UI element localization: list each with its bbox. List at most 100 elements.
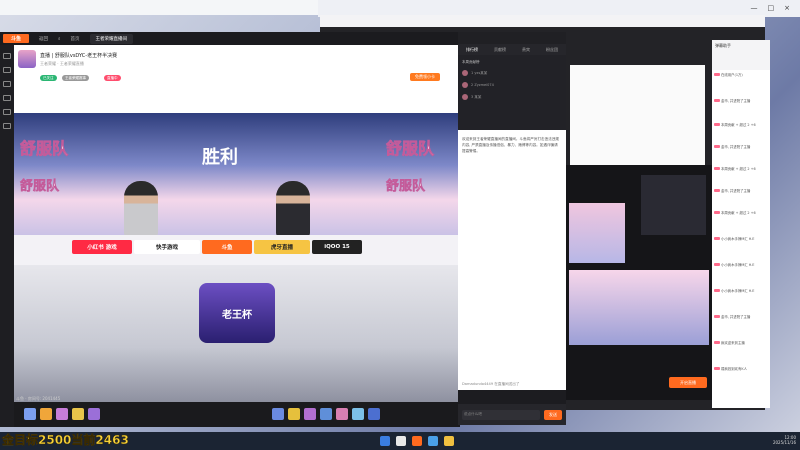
folder-icon[interactable] [444,436,454,446]
chat-messages: 欢迎来到王者荣耀直播间的直播间。斗鱼将严厉打击违法违规内容, 严禁直播及传播低俗… [458,130,566,390]
team-name-right: 舒服队 [386,139,435,159]
rank-name: 1 yxs某某 [471,70,488,75]
douyu-logo: 斗鱼 [3,34,29,43]
close-icon[interactable]: × [784,4,790,12]
gift-icon[interactable] [24,408,36,420]
gift-icon[interactable] [272,408,284,420]
back-window-preview [565,165,713,400]
danmaku-text: 金币, 并进院了主播 [721,99,751,103]
fan-badge [714,167,720,170]
fan-badge [714,211,720,214]
fan-badge [714,145,720,148]
category-icon[interactable] [3,81,11,87]
danmaku-text: 本周贡献 + 超过 2 +6 [721,167,756,171]
sponsor-kuaishou: 快手游戏 [134,240,200,254]
fan-badge [714,367,720,370]
chat-input-area: 说点什么吧 发送 [458,404,566,425]
search-icon[interactable] [396,436,406,446]
sponsor-douyu: 斗鱼 [202,240,252,254]
video-player[interactable]: 舒服队 舒服队 舒服队 舒服队 胜利 小红书 游戏 快手游戏 斗鱼 虎牙直播 i… [14,113,460,402]
background-window-strip [0,0,318,15]
back-window-panel [570,65,705,165]
danmaku-row: 疯欢迎来到主播 [714,340,768,345]
free-gift-button[interactable]: 免费领小卡 [410,73,440,81]
system-message: 欢迎来到王者荣耀直播间的直播间。斗鱼将严厉打击违法违规内容, 严禁直播及传播低俗… [462,137,560,153]
minimize-icon[interactable]: — [751,4,758,12]
danmaku-row: 在线用户(1万) [714,72,768,77]
gift-icon[interactable] [72,408,84,420]
danmaku-text: 弱疯钱到欢有K人 [721,367,747,371]
gift-icon[interactable] [288,408,300,420]
gift-icon[interactable] [88,408,100,420]
system-clock[interactable]: 12:00 2025/11/16 [773,435,796,445]
gift-icon[interactable] [336,408,348,420]
tab-vip[interactable]: 贵宾 [522,47,530,53]
game-icon[interactable] [3,95,11,101]
home-icon[interactable] [3,53,11,59]
douyu-app-icon[interactable] [412,436,422,446]
tab-home[interactable]: 首页 [71,36,80,42]
search-icon[interactable]: ⌕ [58,36,61,42]
rank-row[interactable]: 1 yxs某某 [462,69,562,77]
tab-rank[interactable]: 排行榜 [466,47,478,53]
danmaku-row: 小小疯木手辣M汇 H.E [714,262,768,267]
chat-input[interactable]: 说点什么吧 [462,410,540,420]
danmaku-row: 金币, 并进院了主播 [714,98,768,103]
clock-date: 2025/11/16 [772,440,796,445]
danmaku-text: 金币, 并进院了主播 [721,189,751,193]
goal-overlay-text: 金目标2500当前2463 [2,433,129,447]
windows-icon[interactable] [380,436,390,446]
gift-icon[interactable] [320,408,332,420]
send-button[interactable]: 发送 [544,410,562,420]
category-badge[interactable]: 王者荣耀赛事 [62,75,89,81]
chat-toolbar [458,32,566,44]
danmaku-row: 本周贡献 + 超过 2 +6 [714,122,768,127]
live-badge: 直播中 [104,75,121,81]
caster-left [124,181,158,237]
rank-row[interactable]: 2 Zyzmei074 [462,81,562,89]
maximize-icon[interactable]: □ [768,4,775,12]
follow-badge[interactable]: 已关注 [40,75,57,81]
fan-badge [714,73,720,76]
victory-word: 胜利 [202,147,238,168]
player-topbar: 斗鱼 返回 ⌕ 首页 王者荣耀直播间 [0,32,460,45]
danmaku-row: 本周贡献 + 超过 2 +6 [714,166,768,171]
preview-thumb-3 [569,270,709,345]
tab-room[interactable]: 王者荣耀直播间 [89,33,134,44]
gift-icon[interactable] [368,408,380,420]
gift-icon[interactable] [40,408,52,420]
danmaku-text: 小小疯木手辣M汇 H.E [721,237,755,241]
settings-icon[interactable] [3,123,11,129]
gift-bar [14,402,460,427]
tab-contribution[interactable]: 贡献榜 [494,47,506,53]
danmaku-row: 本周贡献 + 超过 2 +6 [714,210,768,215]
room-title: 直播 | 舒服队vsDYC-老王杯半决赛 [40,53,118,59]
gift-icon[interactable] [304,408,316,420]
team-name-left-sub: 舒服队 [20,179,60,195]
player-window: 斗鱼 返回 ⌕ 首页 王者荣耀直播间 直播 | 舒服队vsDYC-老王杯半决赛 … [0,32,460,427]
sponsor-iqoo: iQOO 15 [312,240,362,254]
window-controls[interactable]: — □ × [751,4,791,12]
team-name-right-sub: 舒服队 [386,179,426,195]
fan-badge [714,123,720,126]
sponsor-huya: 虎牙直播 [254,240,310,254]
fan-badge [714,263,720,266]
rank-row[interactable]: 3 某某 [462,93,562,101]
browser-icon[interactable] [428,436,438,446]
left-sidebar [0,45,14,427]
gift-icon[interactable] [56,408,68,420]
start-live-button[interactable]: 开启直播 [669,377,707,388]
chat-panel: 排行榜 贡献榜 贵宾 粉丝团 本周贡献榜 1 yxs某某 2 Zyzmei074… [458,32,566,425]
avatar [462,70,468,76]
avatar[interactable] [18,50,36,68]
video-icon[interactable] [3,109,11,115]
danmaku-text: 金币, 并进院了主播 [721,145,751,149]
gift-icon[interactable] [352,408,364,420]
tab-fans[interactable]: 粉丝团 [546,47,558,53]
rank-name: 2 Zyzmei074 [471,83,494,87]
follow-icon[interactable] [3,67,11,73]
fan-badge [714,237,720,240]
tab-back[interactable]: 返回 [39,36,48,42]
danmaku-text: 本周贡献 + 超过 2 +6 [721,211,756,215]
rank-name: 3 某某 [471,94,482,99]
